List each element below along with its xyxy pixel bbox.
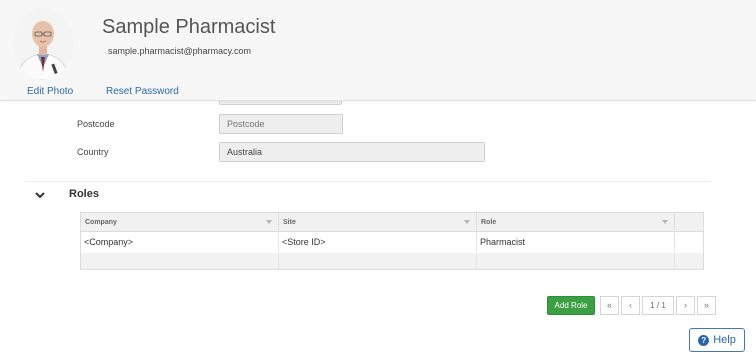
column-header-role[interactable]: Role xyxy=(477,213,675,232)
grid-header: Company Site Role xyxy=(81,213,703,232)
avatar xyxy=(13,8,73,80)
column-header-company[interactable]: Company xyxy=(81,213,279,232)
question-circle-icon: ? xyxy=(698,334,710,346)
country-label: Country xyxy=(77,147,109,157)
add-role-button[interactable]: Add Role xyxy=(547,296,595,315)
country-field[interactable]: Australia xyxy=(219,142,485,162)
column-header-label: Site xyxy=(283,219,296,226)
filter-icon[interactable] xyxy=(266,220,272,224)
column-header-site[interactable]: Site xyxy=(279,213,477,232)
postcode-field[interactable] xyxy=(219,114,343,134)
page-info: 1 / 1 xyxy=(642,296,674,315)
table-row[interactable]: <Company> <Store ID> Pharmacist xyxy=(81,233,703,252)
table-row-empty xyxy=(81,253,703,269)
pharmacist-photo-icon xyxy=(13,8,73,80)
cell-role: Pharmacist xyxy=(477,233,675,252)
cell-empty xyxy=(477,253,675,269)
postcode-label: Postcode xyxy=(77,119,115,129)
roles-section-title: Roles xyxy=(69,188,99,200)
column-header-label: Role xyxy=(481,219,497,226)
roles-grid: Company Site Role <Company> <Store ID> P… xyxy=(80,212,704,270)
user-email: sample.pharmacist@pharmacy.com xyxy=(108,46,252,56)
help-button[interactable]: ? Help xyxy=(689,328,745,352)
cell-empty xyxy=(279,253,477,269)
column-header-label: Company xyxy=(85,219,117,226)
next-page-button[interactable]: › xyxy=(676,296,695,315)
cell-actions xyxy=(675,233,703,252)
prev-page-button[interactable]: ‹ xyxy=(621,296,640,315)
cell-empty xyxy=(81,253,279,269)
last-page-button[interactable]: » xyxy=(697,296,716,315)
profile-header: Sample Pharmacist sample.pharmacist@phar… xyxy=(0,0,756,101)
help-label: Help xyxy=(713,334,736,346)
reset-password-link[interactable]: Reset Password xyxy=(106,86,179,97)
section-divider xyxy=(25,181,710,182)
pagination: « ‹ 1 / 1 › » xyxy=(600,296,718,315)
edit-photo-link[interactable]: Edit Photo xyxy=(27,86,73,97)
first-page-button[interactable]: « xyxy=(600,296,619,315)
filter-icon[interactable] xyxy=(662,220,668,224)
column-header-actions xyxy=(675,213,703,232)
chevron-down-icon[interactable] xyxy=(33,188,47,202)
cell-site: <Store ID> xyxy=(279,233,477,252)
cell-company: <Company> xyxy=(81,233,279,252)
user-name: Sample Pharmacist xyxy=(102,16,276,38)
filter-icon[interactable] xyxy=(464,220,470,224)
